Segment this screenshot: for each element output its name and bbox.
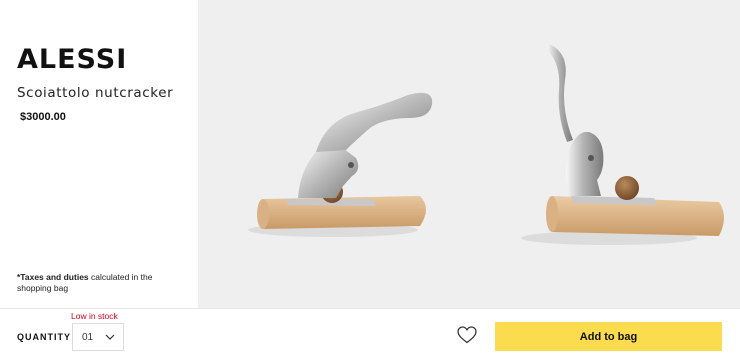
product-info-panel: ALESSI Scoiattolo nutcracker $3000.00 *T… bbox=[0, 0, 198, 308]
product-name: Scoiattolo nutcracker bbox=[17, 85, 174, 101]
product-image-side[interactable] bbox=[469, 0, 740, 308]
tax-note: *Taxes and duties calculated in the shop… bbox=[17, 272, 187, 294]
brand-name: ALESSI bbox=[17, 44, 128, 75]
heart-outline-icon[interactable] bbox=[457, 326, 477, 344]
product-gallery bbox=[198, 0, 740, 308]
purchase-bar: Low in stock QUANTITY 01 Add to bag bbox=[0, 308, 740, 357]
quantity-select[interactable]: 01 bbox=[72, 323, 124, 351]
nutcracker-front-illustration bbox=[248, 92, 433, 237]
add-to-bag-button[interactable]: Add to bag bbox=[495, 322, 722, 351]
tax-note-bold: *Taxes and duties bbox=[17, 272, 89, 282]
quantity-value: 01 bbox=[82, 332, 94, 343]
stock-status: Low in stock bbox=[71, 311, 118, 321]
chevron-down-icon bbox=[105, 334, 115, 340]
product-price: $3000.00 bbox=[20, 111, 66, 123]
quantity-label: QUANTITY bbox=[17, 332, 71, 342]
product-image-front[interactable] bbox=[198, 0, 469, 308]
nutcracker-side-illustration bbox=[521, 44, 724, 245]
